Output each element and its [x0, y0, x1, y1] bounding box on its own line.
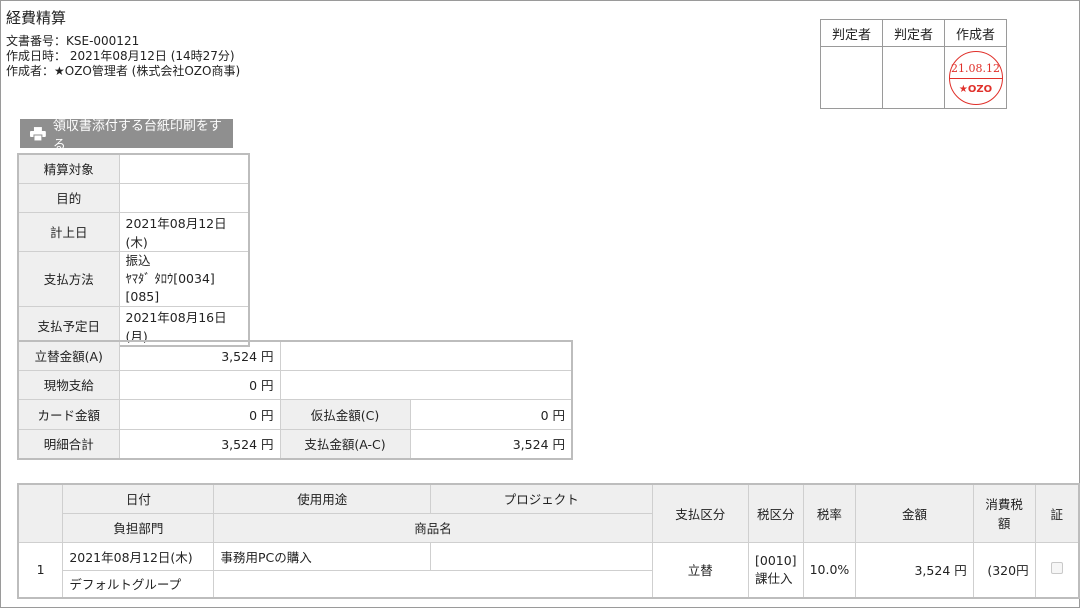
record-date-value: 2021年08月12日(木)	[118, 211, 250, 252]
page-title: 経費精算	[6, 9, 67, 27]
department-header: 負担部門	[62, 512, 215, 543]
in-kind-spacer	[279, 369, 573, 400]
document-meta: 文書番号：KSE-000121 作成日時： 2021年08月12日 (14時27…	[6, 34, 240, 79]
detail-total-label: 明細合計	[17, 428, 120, 460]
payment-type-header: 支払区分	[651, 483, 749, 543]
card-amount-label: カード金額	[17, 398, 120, 430]
advance-label: 立替金額(A)	[17, 340, 120, 371]
row-tax-code: [0010]	[754, 552, 797, 568]
approver-stamp-cell-2	[882, 46, 945, 109]
approver-stamp-cell-1	[820, 46, 883, 109]
project-header: プロジェクト	[430, 483, 653, 514]
expense-info-table: 精算対象 目的 計上日 2021年08月12日(木) 支払方法 振込 ﾔﾏﾀﾞ …	[17, 153, 250, 347]
temp-payment-value: 0 円	[409, 398, 573, 430]
row-date: 2021年08月12日(木)	[62, 541, 215, 571]
row-project	[430, 541, 653, 571]
payment-account: ﾔﾏﾀﾞ ﾀﾛｳ[0034][085]	[125, 270, 215, 304]
item-name-header: 商品名	[213, 512, 653, 543]
payment-amount-value: 3,524 円	[409, 428, 573, 460]
amounts-table: 立替金額(A) 3,524 円 現物支給 0 円 カード金額 0 円 仮払金額(…	[17, 340, 573, 460]
creator-stamp: 21.08.12 ★OZO	[948, 50, 1003, 105]
payment-method-type: 振込	[125, 252, 151, 268]
payment-amount-label: 支払金額(A-C)	[279, 428, 411, 460]
target-value	[118, 153, 250, 184]
row-amount: 3,524 円	[855, 541, 974, 599]
printer-icon	[30, 126, 46, 141]
amount-header: 金額	[855, 483, 974, 543]
proof-header: 証	[1034, 483, 1080, 543]
row-number: 1	[17, 541, 64, 599]
purpose-value	[118, 182, 250, 213]
creator-stamp-cell: 21.08.12 ★OZO	[944, 46, 1007, 109]
purpose-label: 目的	[17, 182, 120, 213]
tax-type-header: 税区分	[747, 483, 804, 543]
in-kind-label: 現物支給	[17, 369, 120, 400]
temp-payment-label: 仮払金額(C)	[279, 398, 411, 430]
date-header: 日付	[62, 483, 215, 514]
advance-spacer	[279, 340, 573, 371]
payment-method-value: 振込 ﾔﾏﾀﾞ ﾀﾛｳ[0034][085]	[118, 250, 250, 307]
detail-total-value: 3,524 円	[118, 428, 281, 460]
in-kind-value: 0 円	[118, 369, 281, 400]
expense-detail-table: 日付 使用用途 プロジェクト 支払区分 税区分 税率 金額 消費税額 証 負担部…	[17, 483, 1080, 599]
row-proof-cell	[1034, 541, 1080, 599]
payment-method-label: 支払方法	[17, 250, 120, 307]
print-mount-label: 領収書添付する台紙印刷をする	[52, 118, 222, 153]
author: 作成者：★OZO管理者 (株式会社OZO商事)	[6, 64, 241, 78]
proof-checkbox[interactable]	[1050, 562, 1063, 575]
stamp-divider	[949, 77, 1002, 79]
row-payment-type: 立替	[651, 541, 749, 599]
card-amount-value: 0 円	[118, 398, 281, 430]
tax-rate-header: 税率	[802, 483, 857, 543]
tax-amount-header: 消費税額	[972, 483, 1036, 543]
stamp-name: ★OZO	[958, 83, 993, 95]
table-row: 1 2021年08月12日(木) 事務用PCの購入 立替 [0010] 課仕入 …	[17, 541, 1080, 599]
doc-number: 文書番号：KSE-000121	[6, 34, 140, 48]
row-number-header	[17, 483, 64, 543]
row-tax-type: [0010] 課仕入	[747, 541, 804, 599]
creator-header: 作成者	[944, 19, 1007, 47]
row-item-name	[213, 569, 653, 599]
row-tax-amount: (320円	[972, 541, 1036, 599]
row-usage: 事務用PCの購入	[213, 541, 432, 571]
stamp-date: 21.08.12	[951, 61, 1000, 75]
row-tax-type-label: 課仕入	[754, 570, 793, 586]
approver-header-2: 判定者	[882, 19, 945, 47]
row-tax-rate: 10.0%	[802, 541, 857, 599]
approver-header-1: 判定者	[820, 19, 883, 47]
advance-value: 3,524 円	[118, 340, 281, 371]
row-department: デフォルトグループ	[62, 569, 215, 599]
created-at: 作成日時： 2021年08月12日 (14時27分)	[6, 49, 235, 63]
target-label: 精算対象	[17, 153, 120, 184]
usage-header: 使用用途	[213, 483, 432, 514]
record-date-label: 計上日	[17, 211, 120, 252]
print-mount-button[interactable]: 領収書添付する台紙印刷をする	[20, 119, 233, 153]
approval-table: 判定者 判定者 作成者 21.08.12 ★OZO	[820, 19, 1007, 109]
